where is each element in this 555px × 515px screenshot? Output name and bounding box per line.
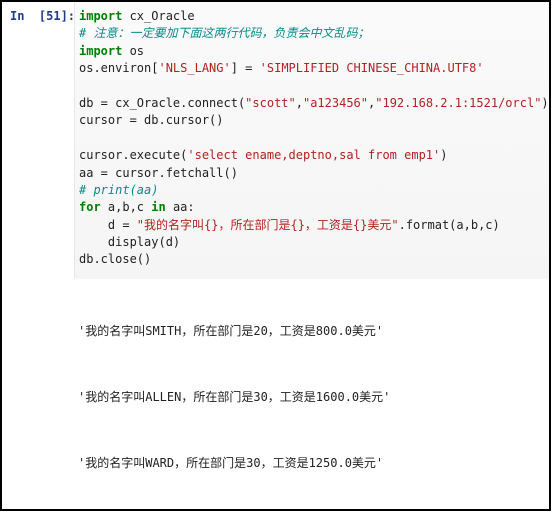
- comment: # 注意：一定要加下面这两行代码，负责会中文乱码；: [79, 26, 369, 40]
- keyword-import: import: [79, 44, 122, 58]
- input-prompt: In [51]:: [2, 2, 74, 279]
- output-cell: '我的名字叫SMITH，所在部门是20，工资是800.0美元' '我的名字叫AL…: [2, 279, 549, 511]
- code-text: ): [440, 148, 447, 162]
- keyword-in: in: [151, 200, 165, 214]
- code-text: a,b,c: [101, 200, 152, 214]
- code-text: .format(a,b,c): [399, 218, 500, 232]
- output-line: '我的名字叫WARD，所在部门是30，工资是1250.0美元': [78, 450, 541, 481]
- code-text: cx_Oracle: [122, 9, 194, 23]
- keyword-import: import: [79, 9, 122, 23]
- code-text: ): [541, 96, 548, 110]
- code-text: ] =: [231, 61, 260, 75]
- code-text: os: [122, 44, 144, 58]
- code-text: db.close(): [79, 252, 151, 266]
- string-literal: "a123456": [303, 96, 368, 110]
- string-literal: "192.168.2.1:1521/orcl": [375, 96, 541, 110]
- code-text: ,: [296, 96, 303, 110]
- keyword-for: for: [79, 200, 101, 214]
- comment: # print(aa): [79, 183, 158, 197]
- output-line: '我的名字叫SMITH，所在部门是20，工资是800.0美元': [78, 318, 541, 349]
- output-line: '我的名字叫ALLEN，所在部门是30，工资是1600.0美元': [78, 384, 541, 415]
- code-text: os.environ[: [79, 61, 158, 75]
- string-literal: 'select ename,deptno,sal from emp1': [187, 148, 440, 162]
- string-literal: "scott": [245, 96, 296, 110]
- code-text: db = cx_Oracle.connect(: [79, 96, 245, 110]
- output-area: '我的名字叫SMITH，所在部门是20，工资是800.0美元' '我的名字叫AL…: [74, 279, 549, 511]
- code-input[interactable]: import cx_Oracle # 注意：一定要加下面这两行代码，负责会中文乱…: [74, 2, 551, 279]
- string-literal: 'SIMPLIFIED CHINESE_CHINA.UTF8': [260, 61, 484, 75]
- output-prompt: [2, 279, 74, 511]
- notebook-frame: In [51]: import cx_Oracle # 注意：一定要加下面这两行…: [0, 0, 551, 511]
- code-cell: In [51]: import cx_Oracle # 注意：一定要加下面这两行…: [2, 2, 549, 279]
- string-literal: "我的名字叫{}，所在部门是{}，工资是{}美元": [137, 218, 399, 232]
- code-text: aa:: [166, 200, 195, 214]
- code-text: display(d): [79, 235, 180, 249]
- code-text: cursor.execute(: [79, 148, 187, 162]
- code-text: cursor = db.cursor(): [79, 113, 224, 127]
- code-text: d =: [79, 218, 137, 232]
- code-text: aa = cursor.fetchall(): [79, 166, 238, 180]
- string-literal: 'NLS_LANG': [158, 61, 230, 75]
